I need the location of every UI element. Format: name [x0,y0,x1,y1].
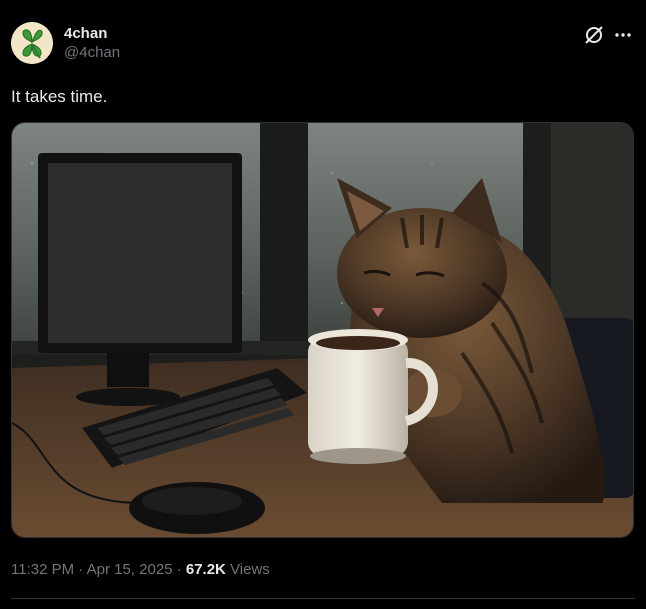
author-names[interactable]: 4chan @4chan [64,25,120,63]
handle[interactable]: @4chan [64,43,120,63]
views-count: 67.2K [185,561,226,578]
tweet: 4chan @4chan It takes time. 11:32 PM · A… [0,0,646,609]
tweet-metadata: 11:32 PM · Apr 15, 2025 · 67.2K Views [11,560,270,580]
grok-icon[interactable] [583,24,605,46]
more-options-icon[interactable] [612,24,634,46]
meta-separator: · [176,561,182,578]
tweet-text: It takes time. [11,87,108,106]
four-leaf-clover-icon [11,22,53,64]
views-label: Views [230,561,270,578]
tweet-date[interactable]: Apr 15, 2025 [87,561,173,578]
tweet-image[interactable] [11,122,634,538]
divider [11,598,635,599]
display-name[interactable]: 4chan [64,25,120,43]
meta-separator: · [78,561,84,578]
tweet-time[interactable]: 11:32 PM [11,561,74,578]
avatar[interactable] [11,22,53,64]
